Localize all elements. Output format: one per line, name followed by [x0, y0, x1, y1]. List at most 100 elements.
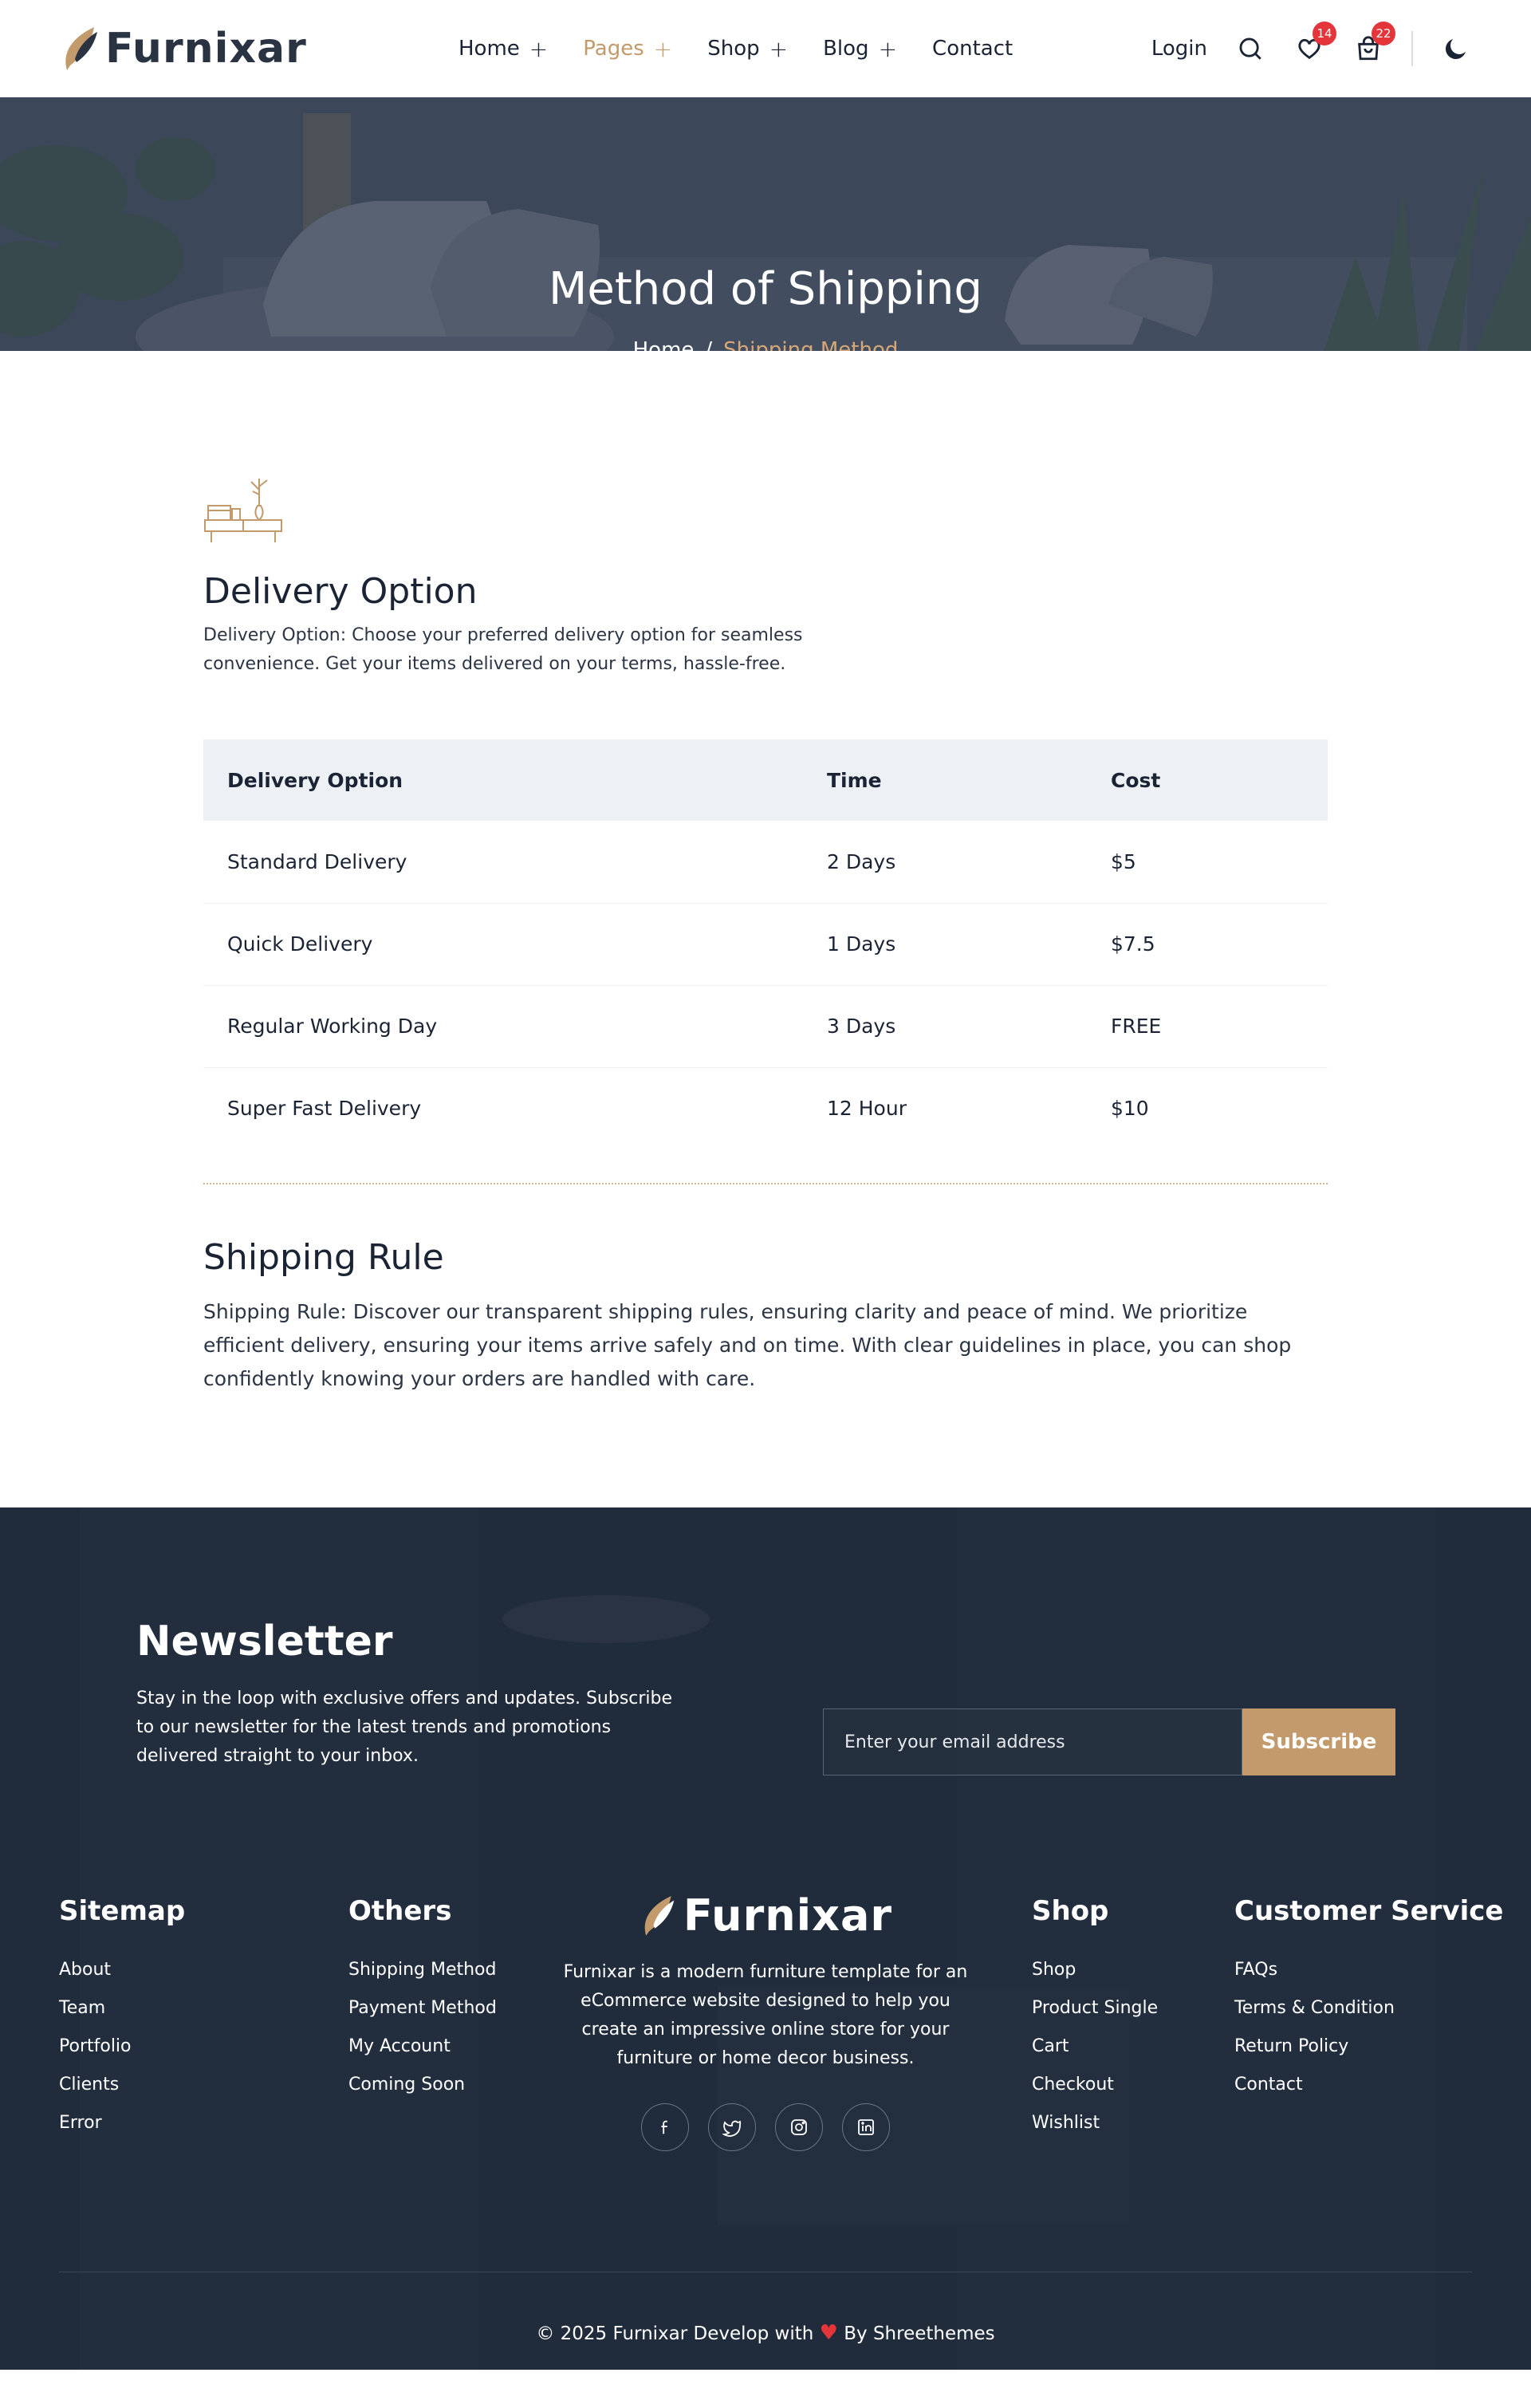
newsletter-section: Newsletter Stay in the loop with exclusi…	[136, 1618, 695, 1771]
plus-icon: +	[878, 35, 898, 62]
shipping-rule-text: Shipping Rule: Discover our transparent …	[203, 1300, 1292, 1390]
plus-icon: +	[653, 35, 673, 62]
table-row: Regular Working Day 3 Days FREE	[203, 985, 1328, 1068]
footer-link[interactable]: Return Policy	[1234, 2036, 1348, 2056]
footer-link[interactable]: Error	[59, 2113, 102, 2133]
footer-link[interactable]: Shop	[1032, 1960, 1076, 1980]
table-cell: FREE	[1087, 985, 1328, 1068]
social-links	[550, 2103, 981, 2151]
copyright: © 2025 Furnixar Develop with ♥ By Shreet…	[0, 2321, 1531, 2345]
nav-blog[interactable]: Blog +	[823, 36, 897, 62]
main-nav: Home + Pages + Shop + Blog + Contact	[459, 0, 1013, 97]
footer-link[interactable]: Cart	[1032, 2036, 1069, 2056]
footer-link[interactable]: Portfolio	[59, 2036, 132, 2056]
table-cell: Super Fast Delivery	[227, 1097, 422, 1121]
furniture-table-icon	[204, 479, 282, 542]
search-icon[interactable]	[1234, 33, 1266, 65]
footer-link[interactable]: Checkout	[1032, 2075, 1114, 2095]
footer-link[interactable]: Team	[59, 1998, 105, 2018]
table-cell: 3 Days	[803, 985, 1087, 1068]
copyright-suffix: By Shreethemes	[844, 2323, 995, 2344]
footer-customer-service: Customer Service FAQs Terms & Condition …	[1234, 1895, 1503, 2104]
footer-link[interactable]: Clients	[59, 2075, 119, 2095]
leaf-logo-icon	[65, 27, 97, 70]
footer-column-title: Sitemap	[59, 1895, 186, 1927]
nav-home-label: Home	[459, 37, 520, 61]
facebook-icon[interactable]	[641, 2103, 689, 2151]
footer-logo[interactable]: Furnixar	[639, 1890, 892, 1941]
cart-count-badge: 22	[1372, 22, 1395, 45]
brand-name: Furnixar	[105, 25, 307, 73]
nav-contact-label: Contact	[932, 37, 1013, 61]
table-row: Standard Delivery 2 Days $5	[203, 821, 1328, 904]
nav-contact[interactable]: Contact	[932, 37, 1013, 61]
breadcrumb-separator: /	[705, 338, 713, 351]
newsletter-text: Stay in the loop with exclusive offers a…	[136, 1689, 673, 1766]
footer-link[interactable]: FAQs	[1234, 1960, 1277, 1980]
footer-link[interactable]: Contact	[1234, 2075, 1303, 2095]
linkedin-icon[interactable]	[842, 2103, 890, 2151]
copyright-prefix: © 2025 Furnixar Develop with	[536, 2323, 814, 2344]
subscribe-button[interactable]: Subscribe	[1242, 1708, 1395, 1775]
instagram-icon[interactable]	[775, 2103, 823, 2151]
wishlist-count-badge: 14	[1313, 22, 1336, 45]
column-header: Delivery Option	[227, 768, 403, 792]
footer-column-title: Customer Service	[1234, 1895, 1504, 1927]
footer-link[interactable]: Wishlist	[1032, 2113, 1100, 2133]
table-cell: 1 Days	[803, 903, 1087, 986]
table-cell: 2 Days	[803, 821, 1087, 904]
table-row: Quick Delivery 1 Days $7.5	[203, 903, 1328, 986]
newsletter-form: Subscribe	[823, 1708, 1395, 1775]
heart-icon: ♥	[819, 2321, 838, 2345]
delivery-heading: Delivery Option	[203, 571, 478, 612]
content-inner: Delivery Option Delivery Option: Choose …	[203, 471, 1328, 1396]
nav-home[interactable]: Home +	[459, 36, 548, 62]
footer-others: Others Shipping Method Payment Method My…	[348, 1895, 497, 2104]
delivery-description: Delivery Option: Choose your preferred d…	[203, 625, 803, 674]
table-cell: Quick Delivery	[203, 903, 803, 986]
wishlist-button[interactable]: 14	[1293, 22, 1336, 65]
moon-icon[interactable]	[1440, 33, 1472, 65]
footer-shop: Shop Shop Product Single Cart Checkout W…	[1032, 1895, 1158, 2142]
nav-blog-label: Blog	[823, 37, 869, 61]
nav-pages-label: Pages	[583, 37, 644, 61]
column-header: Cost	[1111, 768, 1161, 792]
plus-icon: +	[769, 35, 789, 62]
nav-pages[interactable]: Pages +	[583, 36, 672, 62]
footer-link[interactable]: Payment Method	[348, 1998, 497, 2018]
newsletter-email-input[interactable]	[823, 1708, 1242, 1775]
newsletter-heading: Newsletter	[136, 1618, 393, 1665]
main-content: Delivery Option Delivery Option: Choose …	[0, 351, 1531, 1507]
footer-sitemap: Sitemap About Team Portfolio Clients Err…	[59, 1895, 185, 2142]
footer-column-title: Others	[348, 1895, 452, 1927]
table-cell: Standard Delivery	[203, 821, 803, 904]
nav-shop[interactable]: Shop +	[707, 36, 788, 62]
brand-logo[interactable]: Furnixar	[59, 24, 307, 73]
breadcrumb-home[interactable]: Home	[633, 338, 695, 351]
cart-button[interactable]: 22	[1352, 22, 1395, 65]
site-header: Furnixar Home + Pages + Shop + Blog + Contac…	[0, 0, 1531, 97]
footer-link[interactable]: Shipping Method	[348, 1960, 496, 1980]
footer-link[interactable]: Product Single	[1032, 1998, 1158, 2018]
table-cell: $5	[1087, 821, 1328, 904]
shipping-rule-heading: Shipping Rule	[203, 1237, 444, 1278]
leaf-logo-icon	[644, 1895, 675, 1936]
twitter-icon[interactable]	[708, 2103, 756, 2151]
header-divider	[1411, 31, 1413, 66]
footer-link[interactable]: Terms & Condition	[1234, 1998, 1395, 2018]
footer-brand-name: Furnixar	[683, 1890, 893, 1941]
nav-shop-label: Shop	[707, 37, 760, 61]
delivery-options-table: Delivery Option Time Cost Standard Deliv…	[203, 739, 1328, 1149]
footer-link[interactable]: My Account	[348, 2036, 451, 2056]
table-cell: 12 Hour	[827, 1097, 907, 1121]
site-footer: Newsletter Stay in the loop with exclusi…	[0, 1507, 1531, 2370]
footer-link[interactable]: About	[59, 1960, 111, 1980]
breadcrumb-current: Shipping Method	[723, 338, 899, 351]
footer-column-title: Shop	[1032, 1895, 1109, 1927]
table-cell: Regular Working Day	[203, 985, 803, 1068]
login-link[interactable]: Login	[1151, 37, 1207, 61]
table-cell: $7.5	[1087, 903, 1328, 986]
footer-link[interactable]: Coming Soon	[348, 2075, 465, 2095]
section-divider	[203, 1183, 1328, 1184]
footer-description: Furnixar is a modern furniture template …	[563, 1961, 968, 2068]
